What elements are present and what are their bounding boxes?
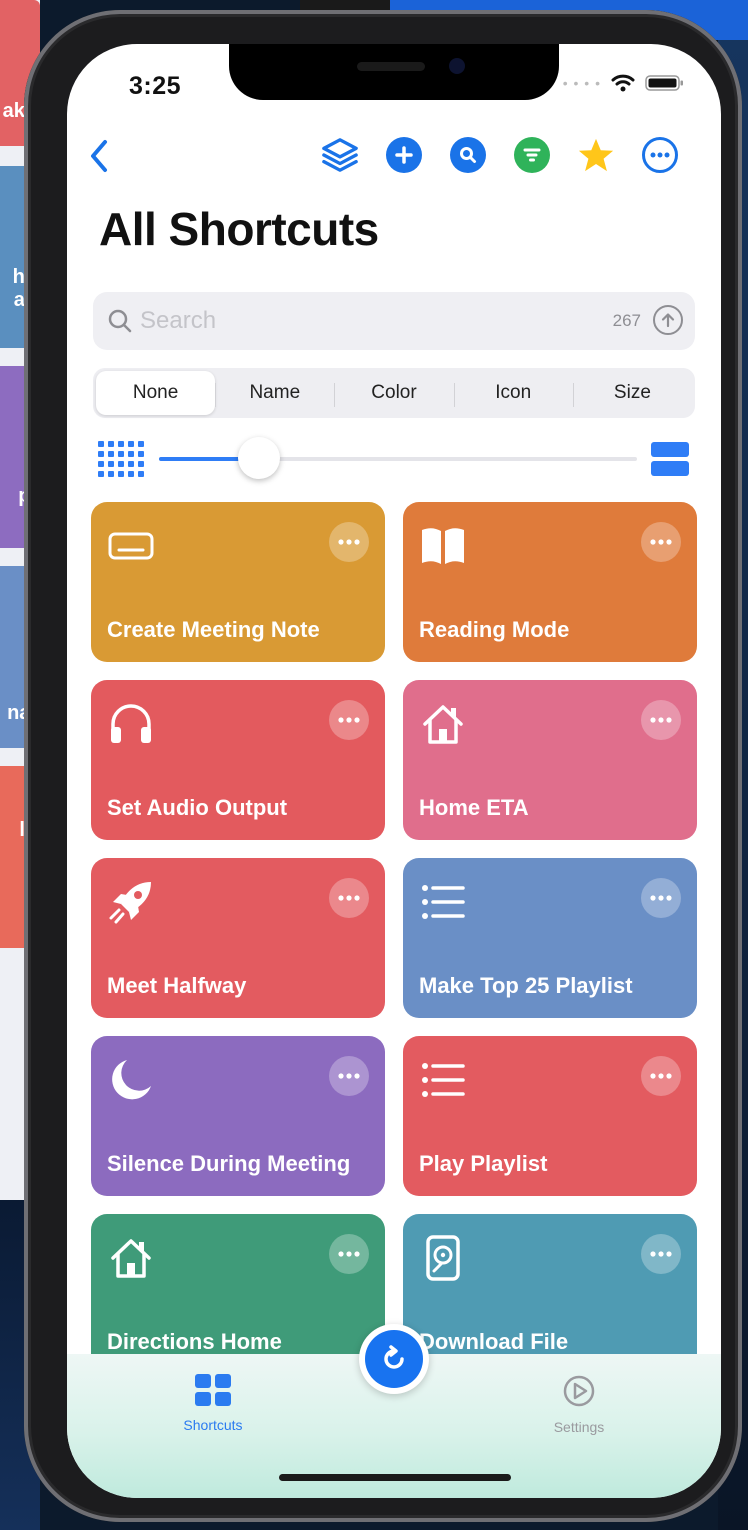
segment-name[interactable]: Name [215,371,334,415]
refresh-circle [365,1330,423,1388]
ellipsis-icon [650,1251,672,1257]
ellipsis-icon [650,1073,672,1079]
headphones-icon [111,704,151,743]
sort-segmented-control: None Name Color Icon Size [93,368,695,418]
battery-icon [645,75,683,91]
shortcut-card[interactable]: Create Meeting Note [91,502,385,662]
slider-thumb[interactable] [238,437,281,479]
large-grid-icon[interactable] [651,442,689,476]
house-icon [423,705,463,744]
ellipsis-circle-icon [642,137,678,173]
book-icon [422,528,464,564]
search-circle-icon [450,137,486,173]
ellipsis-icon [338,1251,360,1257]
shortcut-title: Silence During Meeting [107,1151,351,1176]
nav-toolbar [321,136,679,174]
shortcut-card[interactable]: Set Audio Output [91,680,385,840]
search-placeholder: Search [140,307,217,334]
filter-circle-icon [514,137,550,173]
segment-icon[interactable]: Icon [453,371,573,415]
shortcut-title: Home ETA [419,795,529,820]
segment-size[interactable]: Size [572,371,692,415]
card-more-button[interactable] [641,1056,681,1096]
ellipsis-icon [338,895,360,901]
moon-icon [112,1060,151,1100]
card-more-button[interactable] [329,878,369,918]
compass-icon [563,1375,595,1407]
shortcut-card[interactable]: Home ETA [403,680,697,840]
more-options-button[interactable] [641,136,679,174]
sort-direction-button[interactable] [653,305,683,335]
shortcut-card[interactable]: Directions Home [91,1214,385,1374]
shortcut-title: Make Top 25 Playlist [419,973,633,998]
shortcut-card[interactable]: Play Playlist [403,1036,697,1196]
rocket-icon [109,882,151,924]
star-icon [578,138,614,172]
arrow-up-icon [661,313,675,328]
shortcut-count: 267 [612,311,641,330]
wifi-icon [611,74,635,92]
card-more-button[interactable] [329,1234,369,1274]
layers-icon [322,138,358,172]
house-icon [111,1239,151,1278]
search-field[interactable]: Search 267 [93,292,695,350]
card-more-button[interactable] [641,878,681,918]
notch [229,44,559,100]
shortcut-title: Reading Mode [419,617,570,642]
refresh-icon [384,1345,404,1369]
shortcut-card[interactable]: Make Top 25 Playlist [403,858,697,1018]
card-more-button[interactable] [641,522,681,562]
page-title: All Shortcuts [99,203,379,255]
shortcut-title: Play Playlist [419,1151,548,1176]
card-more-button[interactable] [329,522,369,562]
shortcut-card[interactable]: Meet Halfway [91,858,385,1018]
signal-dots-icon: • • • • [562,75,601,91]
ellipsis-icon [650,717,672,723]
shortcut-title: Create Meeting Note [107,617,320,642]
tab-settings-label: Settings [553,1419,605,1435]
shortcut-title: Meet Halfway [107,973,247,998]
list-icon [422,1063,465,1097]
ellipsis-icon [338,717,360,723]
favorites-button[interactable] [577,136,615,174]
front-camera [449,58,465,74]
search-icon [108,309,132,333]
shortcut-title: Set Audio Output [107,795,288,820]
phone-screen: 3:25 • • • • All Shortcuts Search 267 No… [67,44,721,1498]
ellipsis-icon [650,895,672,901]
grid-icon [195,1374,231,1406]
segment-color[interactable]: Color [334,371,453,415]
layers-button[interactable] [321,136,359,174]
list-icon [422,885,465,919]
card-more-button[interactable] [641,700,681,740]
keyboard-icon [108,532,154,560]
run-shortcut-button[interactable] [359,1324,429,1394]
card-more-button[interactable] [329,1056,369,1096]
ellipsis-icon [650,539,672,545]
grid-size-slider[interactable] [159,437,637,479]
shortcut-card[interactable]: Reading Mode [403,502,697,662]
tab-settings[interactable]: Settings [519,1374,639,1435]
speaker-grille [357,62,425,71]
card-more-button[interactable] [329,700,369,740]
shortcut-card[interactable]: Silence During Meeting [91,1036,385,1196]
status-indicators: • • • • [563,74,685,92]
ellipsis-icon [338,1073,360,1079]
small-grid-icon[interactable] [98,441,144,477]
search-button[interactable] [449,136,487,174]
segment-none[interactable]: None [96,371,216,415]
chevron-left-icon [91,140,107,172]
tab-shortcuts[interactable]: Shortcuts [153,1374,273,1433]
status-time: 3:25 [129,72,182,100]
tab-shortcuts-label: Shortcuts [183,1417,243,1433]
back-button[interactable] [85,134,115,178]
hard-drive-icon [426,1235,460,1281]
filter-button[interactable] [513,136,551,174]
home-indicator [279,1474,511,1481]
shortcut-card[interactable]: Download File [403,1214,697,1374]
card-more-button[interactable] [641,1234,681,1274]
add-shortcut-button[interactable] [385,136,423,174]
plus-circle-icon [386,137,422,173]
ellipsis-icon [338,539,360,545]
